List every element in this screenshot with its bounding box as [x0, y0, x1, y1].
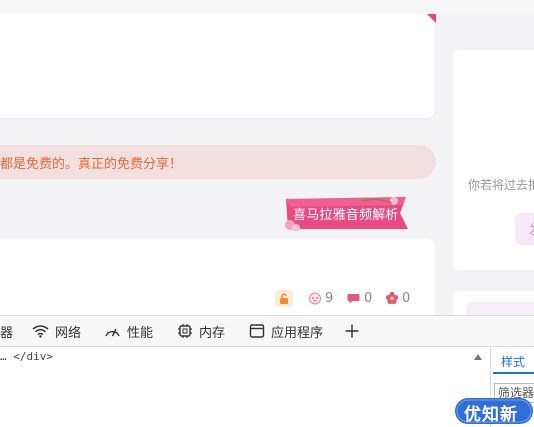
favorite-count: 0	[402, 290, 411, 306]
post-card-top	[0, 14, 435, 118]
tab-label: 内存	[199, 325, 226, 341]
tab-label: 网络	[55, 325, 82, 341]
comment-icon	[347, 294, 360, 304]
elements-pane[interactable]	[0, 347, 490, 427]
tab-styles[interactable]: 样式	[501, 353, 525, 370]
tab-label: 器	[0, 325, 14, 341]
chip-icon	[178, 324, 192, 338]
like-icon	[309, 292, 321, 305]
watermark-text: 优知新	[464, 405, 518, 425]
tab-performance[interactable]: 性能	[104, 322, 154, 341]
tab-network[interactable]: 网络	[32, 322, 82, 341]
tab-label: 性能	[127, 325, 154, 341]
sidebar-hint-text: 你若将过去抱	[468, 178, 534, 192]
window-icon	[249, 324, 265, 338]
scroll-up-icon[interactable]	[474, 354, 482, 360]
lock-icon	[275, 290, 293, 307]
favorite-stat[interactable]: 0	[385, 290, 410, 306]
comment-count: 0	[364, 290, 373, 306]
corner-tag	[427, 14, 436, 23]
tab-debugger[interactable]: 器	[0, 322, 14, 341]
wifi-icon	[32, 325, 49, 338]
tab-label: 应用程序	[271, 325, 324, 341]
like-count: 9	[325, 290, 334, 306]
flower-icon	[385, 291, 399, 305]
tab-application[interactable]: 应用程序	[249, 322, 324, 341]
add-tab-button[interactable]	[344, 322, 366, 340]
tab-memory[interactable]: 内存	[177, 322, 226, 341]
top-strip	[0, 0, 534, 14]
ribbon-label: 喜马拉雅音频解析	[293, 208, 399, 223]
like-stat[interactable]: 9	[308, 290, 333, 306]
plus-icon	[345, 324, 359, 338]
code-line[interactable]: … </div>	[0, 350, 53, 363]
notice-text: 都是免费的。真正的免费分享！	[0, 157, 183, 172]
tab-styles-underline	[493, 372, 534, 374]
sidebar-chip-label: 发	[529, 219, 534, 238]
comment-stat[interactable]: 0	[347, 290, 372, 306]
gauge-icon	[105, 328, 120, 337]
